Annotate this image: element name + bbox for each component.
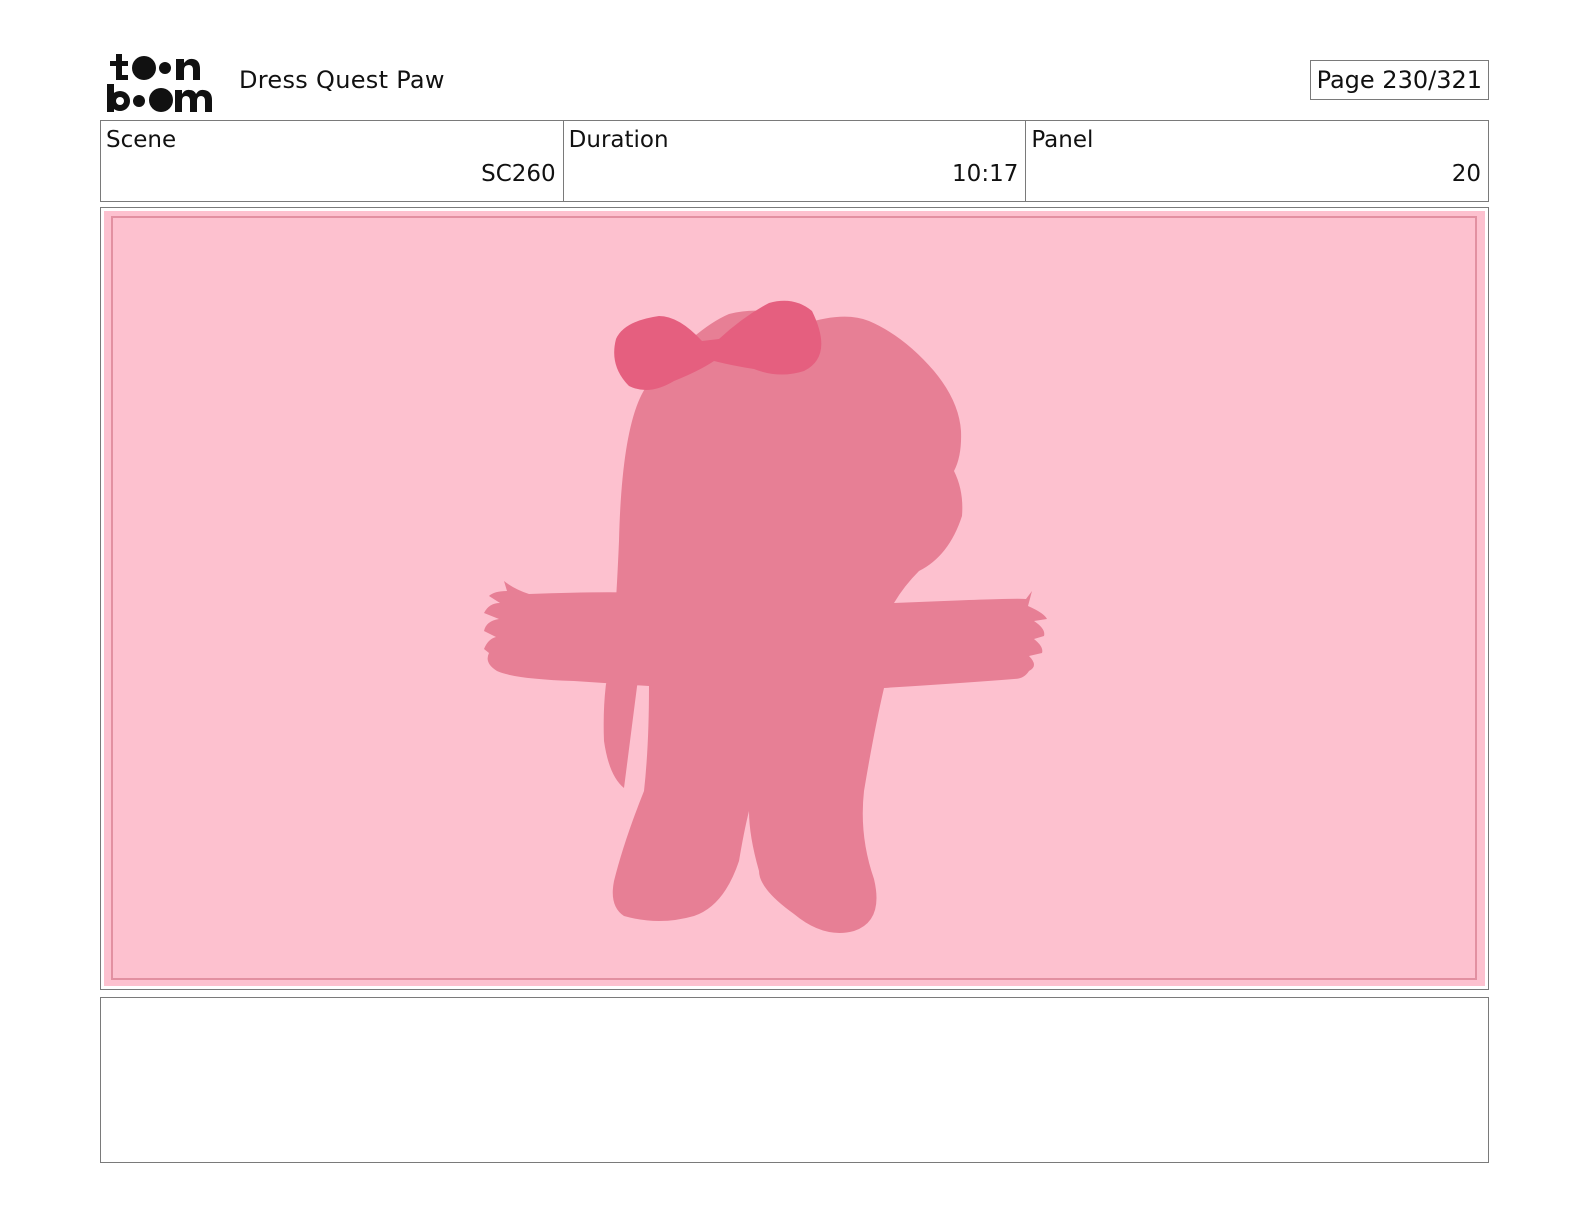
duration-value: 10:17 [952, 161, 1019, 187]
panel-value: 20 [1451, 161, 1482, 187]
storyboard-header: toon Dress Quest Paw Page 230/321 [100, 48, 1489, 114]
toon-boom-logo: toon [107, 54, 212, 112]
project-title: Dress Quest Paw [239, 66, 445, 94]
duration-label: Duration [568, 127, 669, 153]
panel-drawing [104, 211, 1485, 986]
scene-cell: Scene SC260 [101, 121, 563, 201]
storyboard-panel-frame [100, 207, 1489, 990]
scene-info-table: Scene SC260 Duration 10:17 Panel 20 [100, 120, 1489, 202]
action-notes-box [100, 997, 1489, 1163]
scene-value: SC260 [481, 161, 556, 187]
page-counter: Page 230/321 [1309, 60, 1489, 100]
duration-cell: Duration 10:17 [562, 121, 1026, 201]
panel-label: Panel [1031, 127, 1094, 153]
panel-cell: Panel 20 [1025, 121, 1488, 201]
scene-label: Scene [106, 127, 177, 153]
